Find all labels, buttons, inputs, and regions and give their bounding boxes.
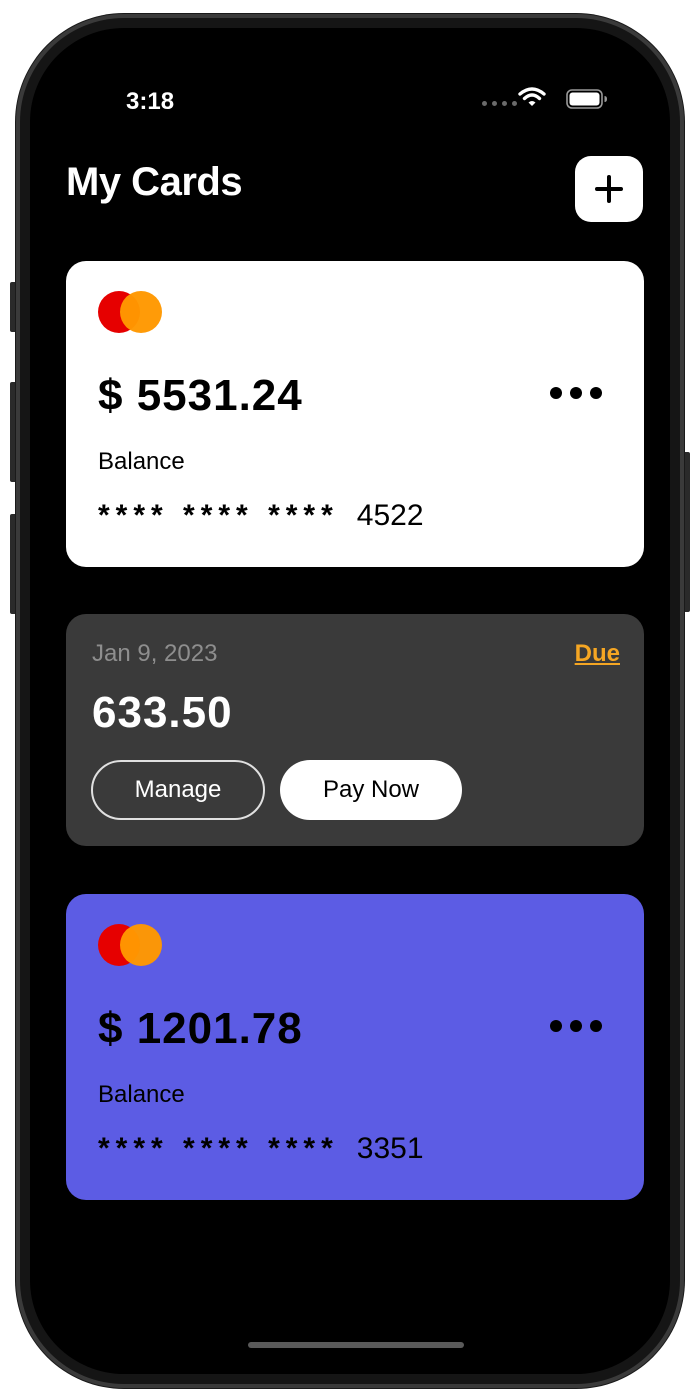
card-number: **** **** **** 4522 [98,499,424,533]
card-number-mask: **** **** **** [98,1132,339,1165]
home-indicator[interactable] [248,1342,464,1348]
wifi-icon [518,87,546,106]
bill-due-card: Jan 9, 2023 Due 633.50 Manage Pay Now [66,614,644,846]
card-mastercard-4522[interactable]: $ 5531.24 Balance **** **** **** 4522 [66,261,644,567]
more-horizontal-icon[interactable] [550,1020,602,1032]
battery-icon [566,89,607,109]
card-last4: 3351 [356,1132,424,1165]
card-mastercard-3351[interactable]: $ 1201.78 Balance **** **** **** 3351 [66,894,644,1200]
pay-now-button[interactable]: Pay Now [280,760,462,820]
mastercard-logo [98,924,164,966]
card-balance-amount: $ 1201.78 [98,1004,303,1053]
phone-frame: 3:18 My Cards $ 5531.24 Balance **** ***… [16,14,684,1388]
plus-icon [595,175,623,203]
card-number: **** **** **** 3351 [98,1132,424,1166]
page-title: My Cards [66,160,243,204]
more-horizontal-icon[interactable] [550,387,602,399]
manage-button[interactable]: Manage [91,760,265,820]
mastercard-logo [98,291,164,333]
bill-due-date: Jan 9, 2023 [92,640,218,667]
phone-bezel: 3:18 My Cards $ 5531.24 Balance **** ***… [20,18,680,1384]
cellular-signal-icon [482,101,517,106]
bill-amount: 633.50 [92,688,233,737]
card-last4: 4522 [356,499,424,532]
card-balance-amount: $ 5531.24 [98,371,303,420]
status-time: 3:18 [126,88,175,115]
due-link[interactable]: Due [575,640,620,668]
dynamic-island [258,68,450,124]
card-number-mask: **** **** **** [98,499,339,532]
screen: 3:18 My Cards $ 5531.24 Balance **** ***… [30,28,670,1374]
add-card-button[interactable] [575,156,643,222]
card-balance-label: Balance [98,1081,185,1108]
card-balance-label: Balance [98,448,185,475]
